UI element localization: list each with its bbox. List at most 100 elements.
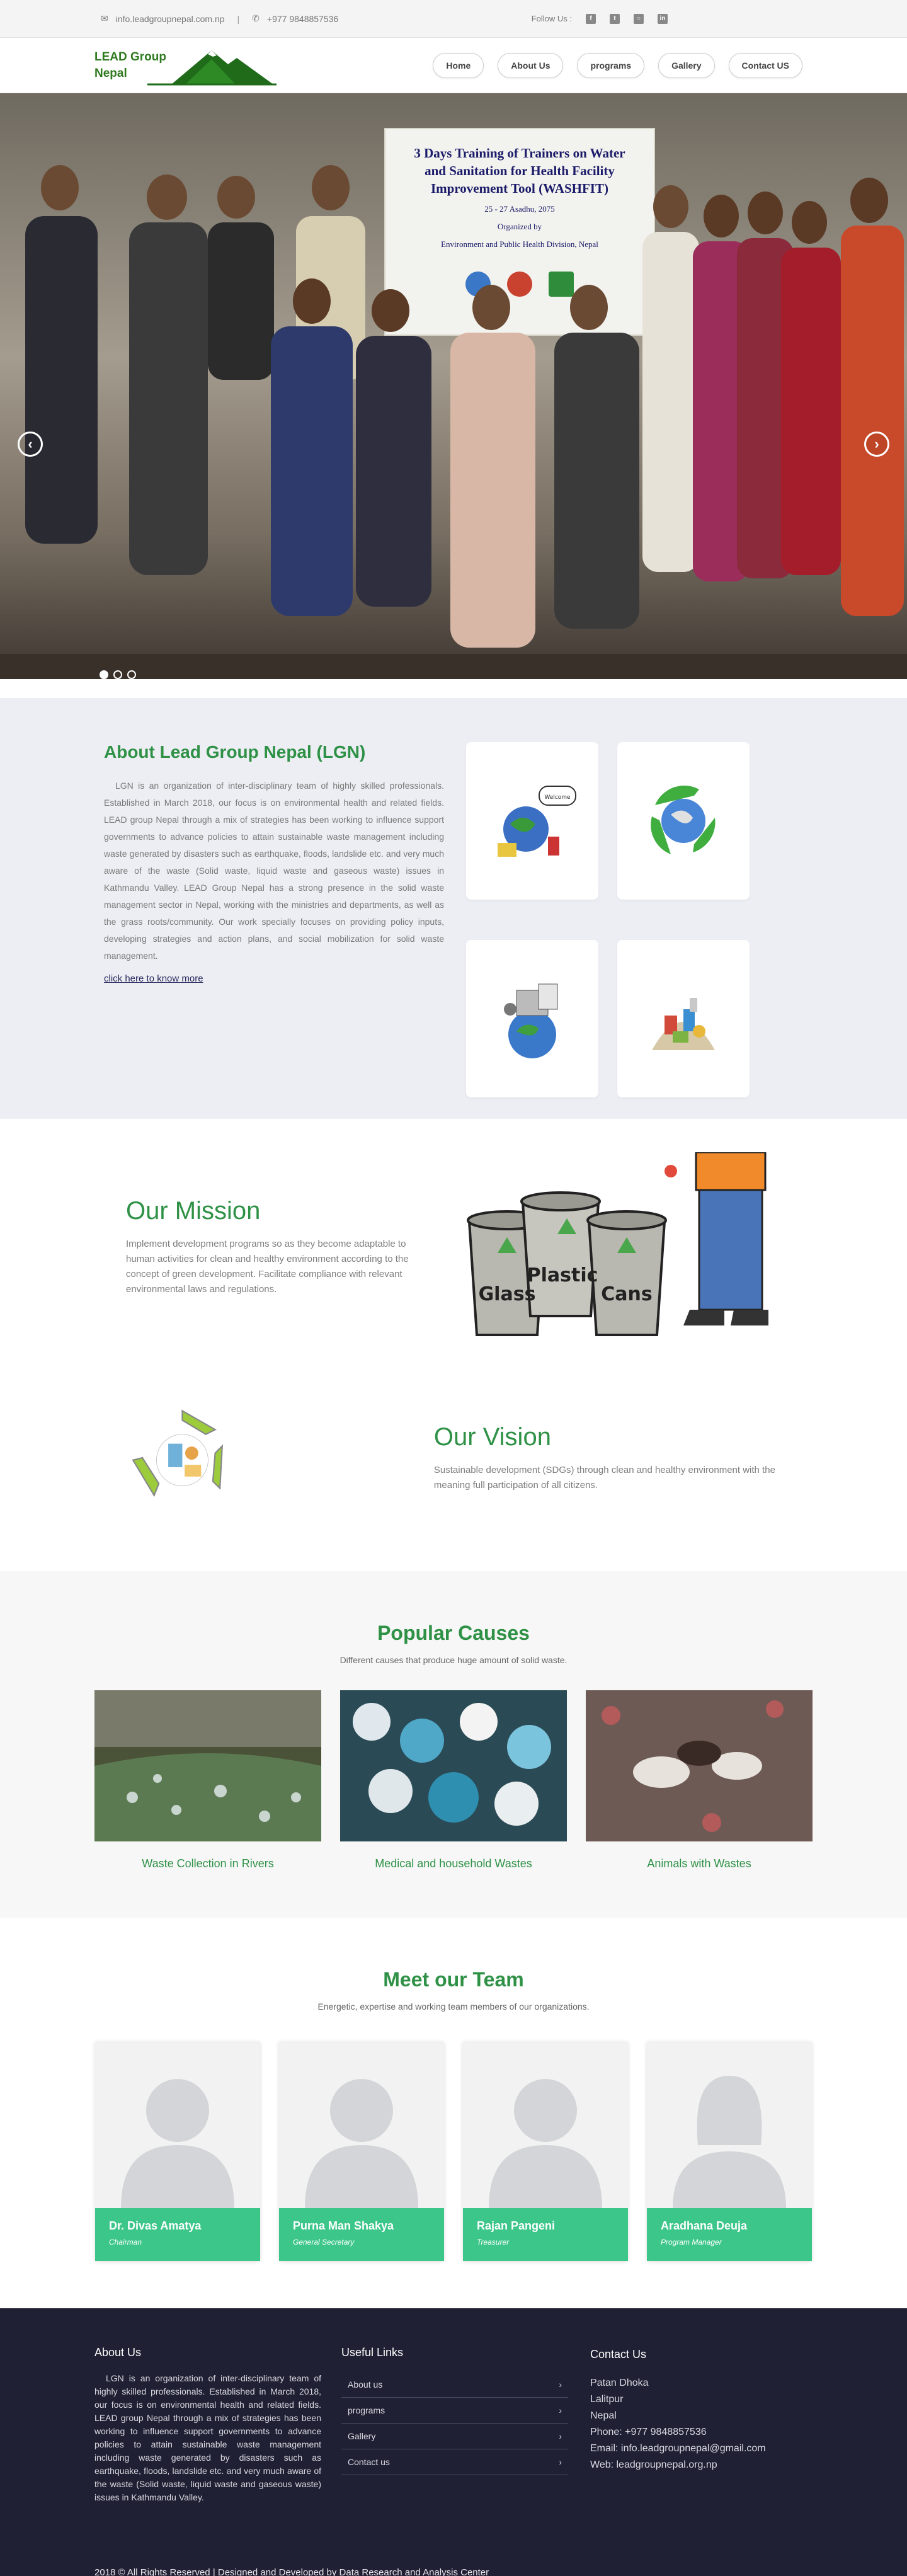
site-logo[interactable]: LEAD Group Nepal: [94, 42, 280, 89]
linkedin-icon[interactable]: in: [658, 13, 668, 24]
member-name: Purna Man Shakya: [293, 2219, 394, 2232]
cause-card[interactable]: Animals with Wastes: [586, 1690, 813, 1870]
reduce-reuse-recycle-icon: [132, 1409, 224, 1497]
welcome-bubble-text: Welcome: [544, 794, 571, 801]
slider-dot-1[interactable]: [100, 670, 108, 679]
member-name: Rajan Pangeni: [477, 2219, 556, 2232]
footer-about-text: LGN is an organization of inter-discipli…: [94, 2373, 321, 2502]
team-list: Dr. Divas Amatya Chairman Purna Man Shak…: [0, 2042, 907, 2261]
nav-contact-us[interactable]: Contact US: [728, 52, 802, 78]
cause-card[interactable]: Medical and household Wastes: [340, 1690, 567, 1870]
footer-link-about-us[interactable]: About us ›: [341, 2372, 568, 2398]
footer-link-label: Contact us: [348, 2457, 390, 2467]
team-member-card[interactable]: Aradhana Deuja Program Manager: [647, 2042, 812, 2261]
nav-about-us[interactable]: About Us: [498, 52, 564, 78]
instagram-icon[interactable]: ○: [634, 13, 644, 24]
cause-title[interactable]: Waste Collection in Rivers: [94, 1857, 321, 1870]
team-member-card[interactable]: Dr. Divas Amatya Chairman: [95, 2042, 260, 2261]
footer-link-label: About us: [348, 2379, 383, 2390]
site-footer: About Us LGN is an organization of inter…: [0, 2308, 907, 2576]
causes-subtitle: Different causes that produce huge amoun…: [339, 1655, 568, 1665]
nav-programs[interactable]: programs: [577, 52, 645, 78]
team-member-card[interactable]: Rajan Pangeni Treasurer: [463, 2042, 628, 2261]
footer-links: Useful Links About us › programs › Gallery…: [341, 2346, 568, 2504]
member-info: Dr. Divas Amatya Chairman: [95, 2208, 260, 2261]
slider-dots: [100, 670, 136, 679]
slider-dot-2[interactable]: [113, 670, 122, 679]
avatar: [647, 2042, 812, 2208]
household-waste-image: [340, 1690, 567, 1841]
vision-paragraph: Sustainable development (SDGs) through c…: [433, 1464, 775, 1491]
footer-link-contact-us[interactable]: Contact us ›: [341, 2449, 568, 2475]
about-more-link[interactable]: click here to know more: [104, 973, 203, 984]
top-email[interactable]: info.leadgroupnepal.com.np: [116, 14, 225, 24]
vision-text: Our Vision Sustainable development (SDGs…: [434, 1423, 813, 1493]
cause-title[interactable]: Animals with Wastes: [586, 1857, 813, 1870]
member-role: General Secretary: [293, 2238, 355, 2247]
mission-paragraph: Implement development programs so as the…: [126, 1238, 409, 1295]
footer-link-programs[interactable]: programs ›: [341, 2398, 568, 2424]
copyright: 2018 © All Rights Reserved | Designed an…: [94, 2567, 489, 2576]
about-card-earth-waste: [466, 940, 598, 1097]
mission-title: Our Mission: [126, 1196, 261, 1225]
footer-link-gallery[interactable]: Gallery ›: [341, 2424, 568, 2449]
welcome-globe-icon: Welcome: [498, 786, 576, 857]
follow-label: Follow Us :: [531, 14, 572, 23]
trash-pile-icon: [652, 998, 715, 1050]
nav-home[interactable]: Home: [433, 52, 484, 78]
top-phone[interactable]: +977 9848857536: [267, 14, 338, 24]
avatar: [279, 2042, 444, 2208]
member-role: Treasurer: [477, 2238, 510, 2247]
cause-card[interactable]: Waste Collection in Rivers: [94, 1690, 321, 1870]
member-info: Aradhana Deuja Program Manager: [647, 2208, 812, 2261]
bin-label-plastic: Plastic: [527, 1264, 598, 1286]
contact-web[interactable]: Web: leadgroupnepal.org.np: [590, 2457, 766, 2473]
member-info: Rajan Pangeni Treasurer: [463, 2208, 628, 2261]
slider-next-button[interactable]: ›: [864, 432, 889, 457]
member-role: Program Manager: [661, 2238, 722, 2247]
site-header: LEAD Group Nepal Home About Us programs …: [0, 38, 907, 93]
avatar: [463, 2042, 628, 2208]
mission-text: Our Mission Implement development progra…: [126, 1197, 428, 1297]
mission-block: Our Mission Implement development progra…: [126, 1149, 813, 1344]
about-paragraph: LGN is an organization of inter-discipli…: [104, 781, 444, 961]
member-name: Dr. Divas Amatya: [109, 2219, 202, 2232]
hero-slider: 3 Days Training of Trainers on Water and…: [0, 93, 907, 679]
contact-phone[interactable]: Phone: +977 9848857536: [590, 2424, 766, 2441]
recycle-globe-icon: [651, 785, 716, 854]
top-separator: |: [237, 13, 240, 24]
about-card-recycle: [617, 742, 750, 900]
slider-dot-3[interactable]: [127, 670, 136, 679]
member-info: Purna Man Shakya General Secretary: [279, 2208, 444, 2261]
footer-about: About Us LGN is an organization of inter…: [94, 2346, 321, 2504]
follow-us: Follow Us : f t ○ in: [531, 13, 668, 24]
footer-link-label: programs: [348, 2405, 385, 2415]
phone-icon: ✆: [252, 13, 260, 23]
vision-block: Our Vision Sustainable development (SDGs…: [126, 1344, 813, 1571]
bin-label-cans: Cans: [601, 1283, 652, 1305]
male-avatar-icon: [489, 2079, 602, 2208]
bin-label-glass: Glass: [479, 1283, 536, 1305]
twitter-icon[interactable]: t: [610, 13, 620, 24]
team-member-card[interactable]: Purna Man Shakya General Secretary: [279, 2042, 444, 2261]
contact-email[interactable]: Email: info.leadgroupnepal@gmail.com: [590, 2441, 766, 2457]
causes-list: Waste Collection in Rivers Medical and h…: [0, 1690, 907, 1870]
chevron-right-icon: ›: [559, 2457, 562, 2467]
main-nav: Home About Us programs Gallery Contact U…: [433, 52, 802, 78]
footer-about-title: About Us: [94, 2346, 142, 2359]
footer-links-title: Useful Links: [341, 2346, 404, 2359]
facebook-icon[interactable]: f: [586, 13, 596, 24]
animals-waste-image: [586, 1690, 813, 1841]
member-name: Aradhana Deuja: [661, 2219, 748, 2232]
nav-gallery[interactable]: Gallery: [658, 52, 715, 78]
about-card-trash-pile: [617, 940, 750, 1097]
mountain-logo-icon: [147, 50, 277, 85]
team-section: Meet our Team Energetic, expertise and w…: [0, 1918, 907, 2308]
earth-waste-icon: [504, 983, 558, 1058]
cause-title[interactable]: Medical and household Wastes: [340, 1857, 567, 1870]
chevron-right-icon: ›: [559, 2379, 562, 2390]
male-avatar-icon: [305, 2079, 418, 2208]
female-avatar-icon: [673, 2076, 786, 2208]
member-role: Chairman: [109, 2238, 142, 2247]
slider-prev-button[interactable]: ‹: [18, 432, 43, 457]
